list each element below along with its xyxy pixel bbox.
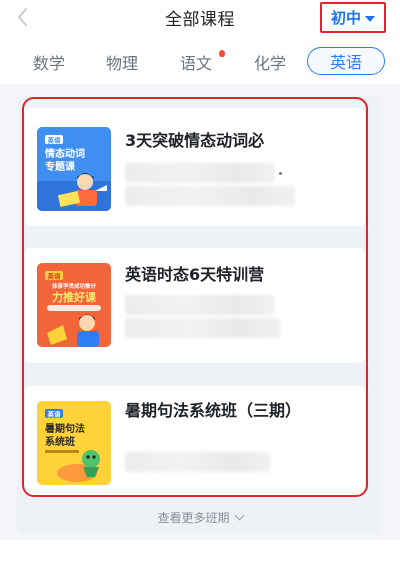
cover-tag: 英语 [47,410,62,419]
dot-mark [279,172,282,175]
subject-tabs: 数学 物理 语文 化学 英语 [0,36,400,84]
see-more-button[interactable]: 查看更多班期 [0,509,400,526]
chevron-down-icon [234,510,244,521]
bottom-area [0,540,400,562]
course-card[interactable]: 英语 情态动词 专题课 3天突破情态动词必 [25,108,365,226]
tab-english[interactable]: 英语 [307,47,385,75]
course-title: 暑期句法系统班（三期） [125,401,302,420]
cover-tag: 英语 [47,272,62,281]
blurred-course-info [125,163,275,183]
grade-selector[interactable]: 初中 [320,2,386,33]
course-cover-image: 英语 暑期句法 系统班 [37,401,111,485]
tab-physics[interactable]: 物理 [106,50,138,74]
blurred-course-info [125,186,295,206]
course-list-page: 全部课程 初中 数学 物理 语文 化学 英语 英语 情态动词 专题课 3天突破情… [0,0,400,562]
hot-flame-icon [219,50,225,57]
course-title: 英语时态6天特训营 [125,265,265,284]
header-bar: 全部课程 初中 [0,0,400,36]
cover-small-text: 抹茶学员成功推分 [52,282,97,290]
course-card[interactable]: 英语 抹茶学员成功推分 力推好课 英语时态6天特训营 [25,248,365,363]
grade-selector-label: 初中 [330,9,361,27]
see-more-label: 查看更多班期 [157,511,230,525]
course-title: 3天突破情态动词必 [125,131,265,150]
blurred-course-info [125,452,270,472]
cover-line-1: 情态动词 [45,147,85,160]
cover-line-2: 系统班 [45,435,75,448]
tab-chinese[interactable]: 语文 [180,50,212,74]
course-cover-image: 英语 抹茶学员成功推分 力推好课 [37,263,111,347]
course-card[interactable]: 英语 暑期句法 系统班 暑期句法系统班（三期） [25,386,365,495]
blurred-course-info [125,318,280,338]
caret-down-icon [365,15,375,22]
tab-math[interactable]: 数学 [33,50,65,74]
cover-line-1: 暑期句法 [45,422,85,435]
cover-line-1: 力推好课 [52,290,97,304]
cover-tag: 英语 [47,136,62,145]
course-cover-image: 英语 情态动词 专题课 [37,127,111,211]
blurred-course-info [125,295,275,315]
tab-chemistry[interactable]: 化学 [254,50,286,74]
cover-line-2: 专题课 [45,160,76,173]
